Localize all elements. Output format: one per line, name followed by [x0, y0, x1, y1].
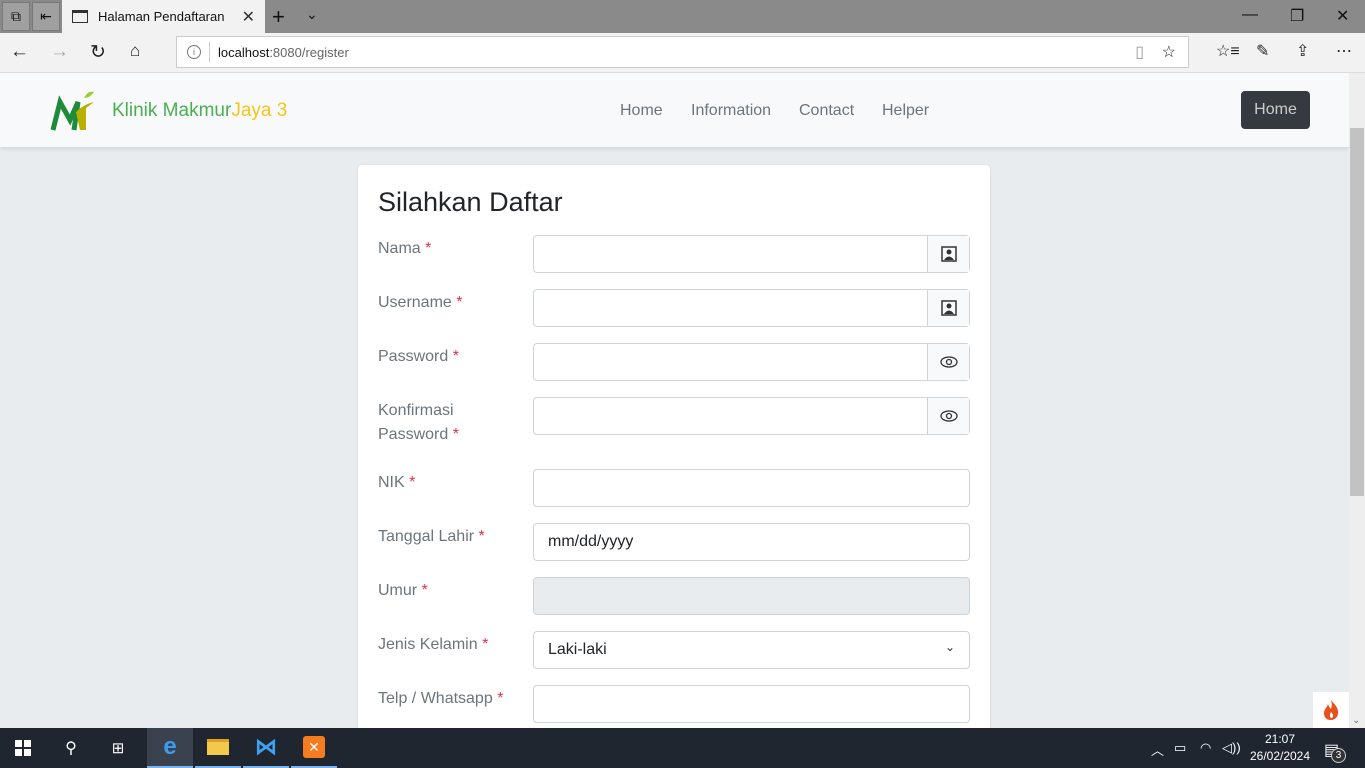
- page-scrollbar[interactable]: ⌄: [1349, 73, 1365, 728]
- browser-toolbar: ← → ↻ ⌂ i localhost:8080/register ▯ ☆ ☆≡…: [0, 33, 1365, 73]
- konfirmasi-password-label: Konfirmasi Password *: [378, 402, 459, 443]
- forward-icon[interactable]: →: [50, 41, 69, 63]
- start-windows-icon[interactable]: [0, 728, 46, 768]
- tanggal-lahir-label: Tanggal Lahir *: [378, 528, 485, 545]
- reading-view-icon[interactable]: ▯: [1135, 42, 1144, 62]
- required-asterisk: *: [452, 348, 459, 365]
- nik-input[interactable]: [533, 469, 970, 507]
- favorites-icon[interactable]: ☆≡: [1216, 41, 1240, 61]
- person-badge-icon: [927, 290, 969, 326]
- notification-count-badge: 3: [1331, 748, 1346, 763]
- home-button[interactable]: Home: [1241, 91, 1310, 129]
- browser-tab[interactable]: Halaman Pendaftaran ✕: [62, 0, 265, 33]
- battery-icon[interactable]: ▭: [1174, 740, 1186, 756]
- telp-whatsapp-label: Telp / Whatsapp *: [378, 690, 504, 707]
- file-explorer-icon[interactable]: [195, 728, 241, 768]
- telp-whatsapp-input[interactable]: [533, 685, 970, 723]
- address-bar[interactable]: i localhost:8080/register ▯ ☆: [176, 36, 1189, 68]
- url-host: localhost: [218, 44, 270, 60]
- volume-icon[interactable]: ◁)): [1222, 740, 1241, 756]
- tanggal-lahir-input[interactable]: mm/dd/yyyy: [533, 523, 970, 561]
- nav-helper[interactable]: Helper: [882, 102, 929, 120]
- codeigniter-toolbar-icon[interactable]: [1313, 692, 1349, 728]
- url-path: :8080/register: [269, 44, 349, 60]
- jenis-kelamin-label: Jenis Kelamin *: [378, 636, 489, 653]
- show-hidden-icons-chevron[interactable]: ︿: [1151, 740, 1164, 759]
- umur-input: [533, 577, 970, 615]
- web-page: Klinik MakmurJaya 3 Home Information Con…: [0, 73, 1349, 728]
- back-icon[interactable]: ←: [10, 41, 29, 63]
- required-asterisk: *: [482, 636, 489, 653]
- eye-icon[interactable]: [927, 398, 969, 434]
- nav-contact[interactable]: Contact: [799, 102, 854, 120]
- minimize-icon[interactable]: —: [1242, 6, 1258, 24]
- tab-manager-icon[interactable]: ⧉: [2, 2, 30, 31]
- username-label: Username *: [378, 294, 463, 311]
- browser-tab-bar: ⧉ ⇤ Halaman Pendaftaran ✕ + ⌄ — ❐ ✕: [0, 0, 1365, 33]
- more-icon[interactable]: ⋯: [1336, 41, 1352, 61]
- required-asterisk: *: [425, 240, 432, 257]
- task-view-icon[interactable]: ⊞: [95, 728, 141, 768]
- form-title: Silahkan Daftar: [378, 187, 563, 217]
- set-tabs-aside-icon[interactable]: ⇤: [32, 2, 60, 31]
- register-card: Silahkan Daftar Nama * Username * Password…: [358, 165, 990, 728]
- umur-label: Umur *: [378, 582, 428, 599]
- required-asterisk: *: [409, 474, 416, 491]
- chevron-down-icon: ⌄: [944, 640, 955, 654]
- info-icon[interactable]: i: [187, 45, 201, 59]
- restore-icon[interactable]: ❐: [1290, 6, 1304, 26]
- clinic-logo: [50, 91, 94, 131]
- nav-information[interactable]: Information: [691, 102, 771, 120]
- page-icon: [72, 10, 88, 23]
- xampp-icon[interactable]: ✕: [291, 728, 337, 768]
- required-asterisk: *: [497, 690, 504, 707]
- required-asterisk: *: [478, 528, 485, 545]
- person-badge-icon: [927, 236, 969, 272]
- search-icon[interactable]: ⚲: [48, 728, 94, 768]
- close-tab-icon[interactable]: ✕: [242, 7, 255, 27]
- windows-taskbar: ⚲ ⊞ e ⋈ ✕ ︿ ▭ ◠ ◁)) 21:0726/02/2024 ▤ 3: [0, 728, 1365, 768]
- brand-name[interactable]: Klinik MakmurJaya 3: [112, 100, 287, 122]
- konfirmasi-password-input[interactable]: [533, 397, 970, 435]
- eye-icon[interactable]: [927, 344, 969, 380]
- tab-preview-chevron-icon[interactable]: ⌄: [306, 6, 318, 23]
- close-window-icon[interactable]: ✕: [1336, 6, 1349, 26]
- nama-input[interactable]: [533, 235, 970, 273]
- jenis-kelamin-select[interactable]: Laki-laki ⌄: [533, 631, 970, 669]
- refresh-icon[interactable]: ↻: [90, 41, 106, 64]
- tab-title: Halaman Pendaftaran: [98, 9, 225, 24]
- password-label: Password *: [378, 348, 459, 365]
- nav-home[interactable]: Home: [620, 102, 663, 120]
- edge-browser-icon[interactable]: e: [147, 728, 193, 768]
- wifi-icon[interactable]: ◠: [1200, 740, 1211, 756]
- required-asterisk: *: [452, 426, 459, 443]
- vscode-icon[interactable]: ⋈: [243, 728, 289, 768]
- clock[interactable]: 21:07 26/02/2024: [1240, 731, 1320, 765]
- username-input[interactable]: [533, 289, 970, 327]
- new-tab-icon[interactable]: +: [272, 4, 285, 30]
- required-asterisk: *: [456, 294, 463, 311]
- favorite-star-icon[interactable]: ☆: [1162, 42, 1176, 62]
- site-header: Klinik MakmurJaya 3 Home Information Con…: [0, 73, 1349, 147]
- pen-icon[interactable]: ✎: [1256, 41, 1269, 61]
- nama-label: Nama *: [378, 240, 432, 257]
- home-icon[interactable]: ⌂: [130, 41, 140, 61]
- required-asterisk: *: [421, 582, 428, 599]
- share-icon[interactable]: ⇪: [1296, 41, 1309, 61]
- password-input[interactable]: [533, 343, 970, 381]
- nik-label: NIK *: [378, 474, 416, 491]
